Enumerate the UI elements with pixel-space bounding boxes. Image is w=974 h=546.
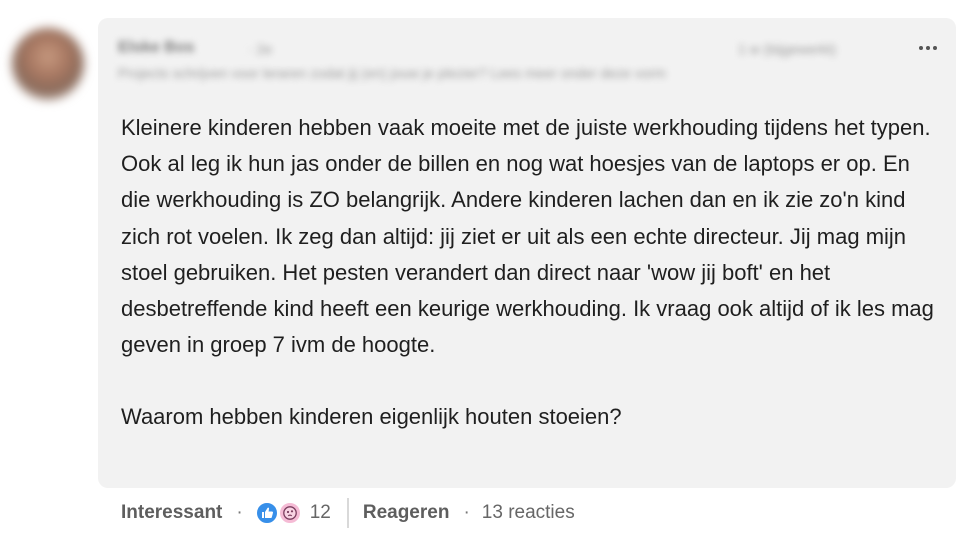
comment-paragraph: Kleinere kinderen hebben vaak moeite met… [121, 115, 934, 358]
reaction-count: 12 [309, 502, 331, 523]
reply-button[interactable]: Reageren [363, 502, 450, 524]
separator-dot: · [463, 502, 470, 523]
author-avatar[interactable] [12, 28, 84, 100]
reaction-summary[interactable]: 12 [254, 501, 331, 525]
more-options-icon[interactable] [914, 36, 942, 60]
like-icon [254, 501, 279, 525]
comment-timestamp: 1 w (bijgewerkt) [738, 41, 837, 57]
comment-body: Kleinere kinderen hebben vaak moeite met… [121, 110, 941, 436]
author-degree: · 2e [248, 41, 273, 57]
author-name[interactable]: Elske Bos [118, 39, 194, 57]
react-button[interactable]: Interessant [121, 502, 222, 524]
comment-bubble: Elske Bos · 2e Projects schrijven voor l… [98, 18, 956, 488]
replies-count-link[interactable]: 13 reacties [482, 502, 575, 524]
curious-icon [277, 501, 302, 525]
author-headline: Projects schrijven voor leraren zodat ji… [118, 65, 666, 81]
comment-actions: Interessant · 12 Reageren · 13 reacties [121, 498, 575, 528]
separator-dot: · [236, 502, 243, 523]
actions-divider [346, 498, 349, 528]
comment-paragraph: Waarom hebben kinderen eigenlijk houten … [121, 404, 622, 430]
